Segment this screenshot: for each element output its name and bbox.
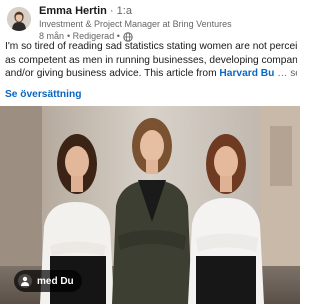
post-text-line-last: and/or giving business advice. This arti… bbox=[5, 67, 297, 81]
author-name-line: Emma Hertin · 1:a bbox=[39, 4, 300, 18]
post-header: Emma Hertin · 1:a Investment & Project M… bbox=[7, 4, 300, 42]
author-avatar[interactable] bbox=[7, 7, 31, 31]
post-text-line: as competent as men in running businesse… bbox=[5, 54, 297, 66]
post-image[interactable]: med Du bbox=[0, 106, 300, 304]
author-avatar-image bbox=[7, 7, 31, 31]
tagged-people-button[interactable]: med Du bbox=[14, 270, 82, 292]
see-translation-button[interactable]: Se översättning bbox=[5, 89, 81, 100]
person-icon bbox=[18, 274, 32, 288]
post-author-meta: Emma Hertin · 1:a Investment & Project M… bbox=[39, 4, 300, 42]
author-name[interactable]: Emma Hertin bbox=[39, 5, 107, 17]
tagged-people-label: med Du bbox=[37, 275, 74, 287]
connection-degree: · 1:a bbox=[109, 5, 132, 17]
see-more-button[interactable]: … se mer bbox=[277, 68, 297, 79]
author-headline: Investment & Project Manager at Bring Ve… bbox=[39, 19, 232, 29]
post-text-fragment: and/or giving business advice. This arti… bbox=[5, 68, 220, 79]
feed-post-card: Emma Hertin · 1:a Investment & Project M… bbox=[0, 0, 300, 304]
post-text: I'm so tired of reading sad statistics s… bbox=[5, 40, 297, 81]
post-text-line: I'm so tired of reading sad statistics s… bbox=[5, 41, 297, 52]
article-link[interactable]: Harvard Bu bbox=[219, 68, 274, 79]
